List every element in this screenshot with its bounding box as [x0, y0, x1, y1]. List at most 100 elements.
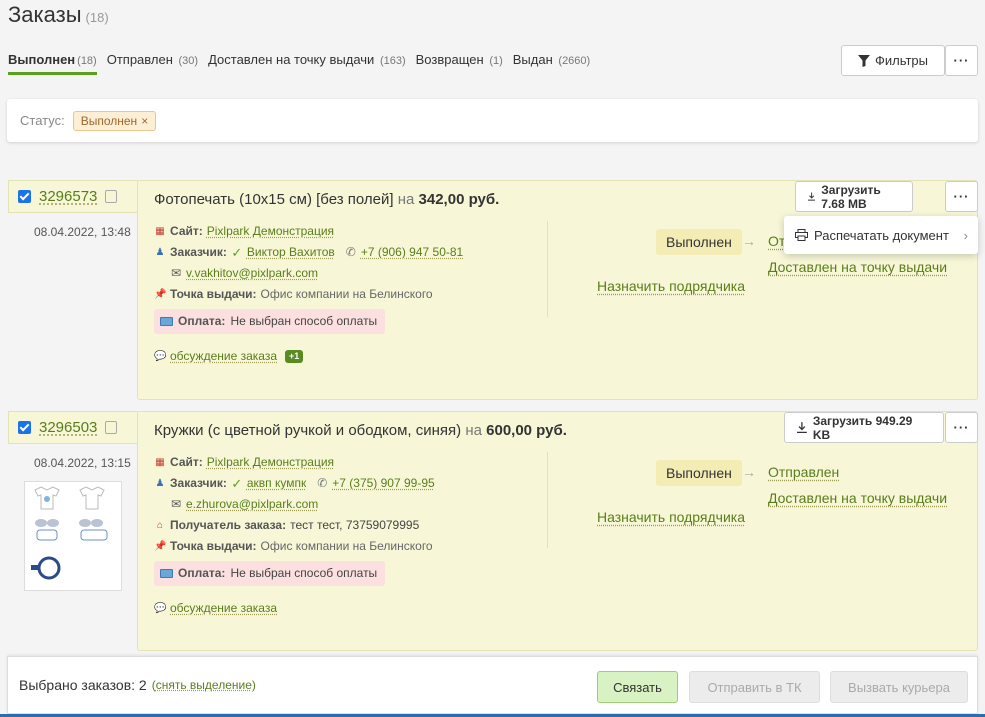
- assign-contractor-link[interactable]: Назначить подрядчика: [597, 509, 745, 525]
- tab-returned[interactable]: Возвращен (1): [416, 52, 503, 75]
- pickup-row: 📌 Точка выдачи: Офис компании на Белинск…: [154, 284, 463, 305]
- tab-count: (1): [489, 55, 503, 67]
- link-orders-button[interactable]: Связать: [597, 671, 678, 703]
- tab-sent[interactable]: Отправлен (30): [107, 52, 198, 75]
- copy-icon[interactable]: [102, 190, 118, 206]
- order-checkbox[interactable]: [18, 421, 31, 434]
- pickup-label: Точка выдачи:: [170, 539, 257, 553]
- order-header-left: 3296573: [8, 180, 138, 213]
- discussion-row: 💬 обсуждение заказа +1: [154, 346, 463, 367]
- tab-completed[interactable]: Выполнен (18): [8, 52, 97, 75]
- copy-icon[interactable]: [102, 421, 118, 437]
- shop-icon: ▦: [155, 226, 165, 237]
- discussion-link[interactable]: обсуждение заказа: [170, 598, 277, 619]
- close-icon[interactable]: ×: [141, 114, 148, 128]
- tab-issued[interactable]: Выдан (2660): [513, 52, 590, 75]
- send-to-tk-button[interactable]: Отправить в ТК: [689, 671, 820, 703]
- download-button[interactable]: Загрузить 7.68 MB: [795, 181, 913, 212]
- tab-label: Выполнен: [8, 52, 76, 67]
- order-id-link[interactable]: 3296503: [39, 419, 97, 436]
- site-link[interactable]: Pixlpark Демонстрация: [207, 452, 334, 473]
- customer-label: Заказчик:: [170, 476, 227, 490]
- order-price: 600,00 руб.: [486, 422, 567, 439]
- clear-selection-link[interactable]: снять выделение: [156, 678, 252, 692]
- selection-bar: Выбрано заказов: 2 (снять выделение) Свя…: [7, 656, 978, 714]
- status-link-delivered[interactable]: Доставлен на точку выдачи: [768, 259, 947, 275]
- order-id-link[interactable]: 3296573: [39, 188, 97, 205]
- comment-icon: 💬: [154, 603, 167, 614]
- payment-label: Оплата:: [178, 566, 226, 580]
- download-label: Загрузить 949.29 KB: [812, 413, 913, 442]
- pin-icon: 📌: [154, 289, 167, 300]
- customer-label: Заказчик:: [170, 245, 227, 259]
- order-product: Кружки (с цветной ручкой и ободком, синя…: [154, 422, 462, 439]
- order-product: Фотопечать (10x15 см) [без полей]: [154, 191, 394, 208]
- order-item: 3296503 08.04.2022, 13:15 Кружки (с цвет…: [8, 411, 978, 651]
- tab-label: Выдан: [512, 52, 553, 67]
- tab-delivered-pickup[interactable]: Доставлен на точку выдачи (163): [208, 52, 406, 75]
- phone-link[interactable]: +7 (375) 907 99-95: [332, 473, 434, 494]
- status-filter-chip[interactable]: Выполнен ×: [72, 110, 157, 131]
- assign-contractor-link[interactable]: Назначить подрядчика: [597, 278, 745, 294]
- mail-icon: ✉: [170, 266, 182, 280]
- download-button[interactable]: Загрузить 949.29 KB: [784, 412, 944, 443]
- clear-selection: (снять выделение): [152, 678, 256, 692]
- order-on: на: [465, 422, 482, 439]
- page-title-text: Заказы: [8, 2, 82, 27]
- pickup-value: Офис компании на Белинского: [260, 287, 433, 301]
- order-info: ▦ Сайт: Pixlpark Демонстрация ♟ Заказчик…: [154, 452, 435, 619]
- order-card: Фотопечать (10x15 см) [без полей] на 342…: [137, 180, 978, 400]
- filters-button-label: Фильтры: [874, 53, 928, 68]
- comment-icon: 💬: [154, 351, 167, 362]
- discussion-link[interactable]: обсуждение заказа: [170, 346, 277, 367]
- mail-icon: ✉: [170, 497, 182, 511]
- site-link[interactable]: Pixlpark Демонстрация: [207, 221, 334, 242]
- status-link-delivered[interactable]: Доставлен на точку выдачи: [768, 490, 947, 506]
- site-row: ▦ Сайт: Pixlpark Демонстрация: [154, 452, 435, 473]
- email-row: ✉ e.zhurova@pixlpark.com: [154, 494, 435, 515]
- page-title-count: (18): [85, 10, 109, 25]
- email-link[interactable]: v.vakhitov@pixlpark.com: [186, 263, 318, 284]
- pickup-value: Офис компании на Белинского: [260, 539, 433, 553]
- customer-link[interactable]: аквп кумпк: [247, 473, 306, 494]
- order-thumbnail[interactable]: [24, 481, 122, 591]
- payment-value: Не выбран способ оплаты: [230, 566, 378, 580]
- more-options-button[interactable]: ···: [945, 45, 978, 76]
- order-left-panel: 3296573 08.04.2022, 13:48: [8, 180, 138, 239]
- discussion-row: 💬 обсуждение заказа: [154, 598, 435, 619]
- customer-link[interactable]: Виктор Вахитов: [247, 242, 335, 263]
- check-icon: ✓: [231, 245, 243, 260]
- arrow-right-icon: →: [742, 233, 756, 249]
- page-title: Заказы (18): [8, 2, 109, 28]
- tab-label: Отправлен: [106, 52, 173, 67]
- email-link[interactable]: e.zhurova@pixlpark.com: [186, 494, 318, 515]
- order-more-button[interactable]: ···: [945, 181, 978, 212]
- download-label: Загрузить 7.68 MB: [821, 182, 881, 211]
- status-filter-label: Статус:: [20, 113, 65, 128]
- customer-row: ♟ Заказчик: ✓ Виктор Вахитов ✆ +7 (906) …: [154, 242, 464, 263]
- pickup-label: Точка выдачи:: [170, 287, 257, 301]
- discussion-badge: +1: [285, 350, 304, 363]
- customer-row: ♟ Заказчик: ✓ аквп кумпк ✆ +7 (375) 907 …: [154, 473, 435, 494]
- user-icon: ♟: [155, 478, 165, 489]
- order-date: 08.04.2022, 13:15: [34, 456, 131, 470]
- status-link-sent[interactable]: Отправлен: [768, 464, 839, 480]
- print-document-dropdown[interactable]: Распечатать документ ›: [784, 216, 978, 254]
- download-icon: [797, 422, 807, 433]
- filters-button[interactable]: Фильтры: [841, 45, 945, 76]
- user-icon: ♟: [155, 247, 165, 258]
- shop-icon: ▦: [155, 457, 165, 468]
- phone-link[interactable]: +7 (906) 947 50-81: [361, 242, 463, 263]
- mug-thumbnail-image: [31, 486, 108, 580]
- download-icon: [808, 192, 816, 201]
- order-checkbox[interactable]: [18, 190, 31, 203]
- order-more-button[interactable]: ···: [945, 412, 978, 443]
- tab-label: Возвращен: [415, 52, 484, 67]
- pin-icon: 📌: [154, 541, 167, 552]
- order-on: на: [397, 191, 415, 208]
- call-courier-button[interactable]: Вызвать курьера: [830, 671, 968, 703]
- tab-count: (30): [178, 55, 199, 67]
- email-row: ✉ v.vakhitov@pixlpark.com: [154, 263, 463, 284]
- status-chip-label: Выполнен: [80, 113, 138, 128]
- recipient-value: тест тест, 73759079995: [290, 518, 420, 532]
